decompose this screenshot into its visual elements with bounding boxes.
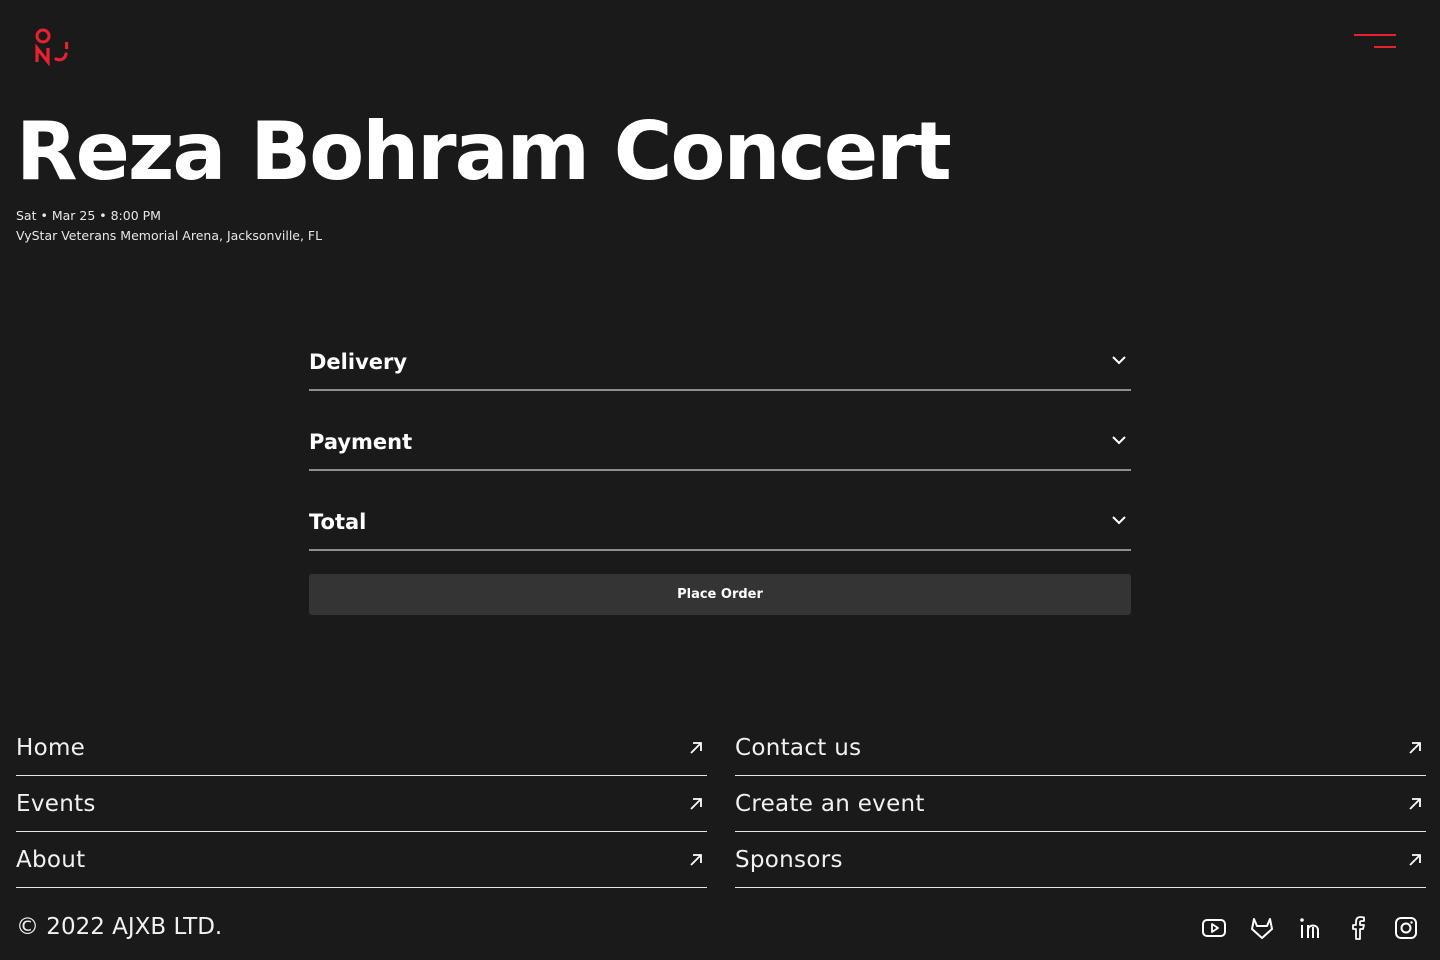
facebook-icon[interactable]: [1344, 914, 1372, 942]
divider: [309, 549, 1131, 551]
social-links: [1200, 914, 1424, 942]
brand-logo-icon[interactable]: [34, 28, 74, 67]
chevron-down-icon[interactable]: [1111, 352, 1127, 368]
footer-link-home[interactable]: Home: [16, 720, 707, 776]
footer-link-label: Events: [16, 791, 96, 817]
footer-link-sponsors[interactable]: Sponsors: [735, 832, 1426, 888]
accordion-delivery[interactable]: Delivery: [309, 330, 1131, 410]
arrow-up-right-icon: [1408, 740, 1422, 754]
accordion-total-label: Total: [309, 510, 367, 534]
chevron-down-icon[interactable]: [1111, 512, 1127, 528]
copyright-text: © 2022 AJXB LTD.: [16, 914, 223, 940]
arrow-up-right-icon: [689, 796, 703, 810]
footer-nav-left: Home Events About: [16, 720, 707, 888]
footer-link-label: Contact us: [735, 735, 862, 761]
event-title: Reza Bohram Concert: [16, 105, 952, 198]
arrow-up-right-icon: [689, 852, 703, 866]
place-order-button[interactable]: Place Order: [309, 574, 1131, 615]
footer-link-create-event[interactable]: Create an event: [735, 776, 1426, 832]
youtube-icon[interactable]: [1200, 914, 1228, 942]
footer-link-contact-us[interactable]: Contact us: [735, 720, 1426, 776]
footer-link-label: Create an event: [735, 791, 925, 817]
arrow-up-right-icon: [1408, 796, 1422, 810]
event-venue: VyStar Veterans Memorial Arena, Jacksonv…: [16, 228, 323, 243]
arrow-up-right-icon: [1408, 852, 1422, 866]
site-header: [0, 0, 1440, 90]
footer-link-label: Sponsors: [735, 847, 843, 873]
accordion-payment-label: Payment: [309, 430, 413, 454]
accordion-total[interactable]: Total: [309, 490, 1131, 570]
instagram-icon[interactable]: [1392, 914, 1420, 942]
event-date: Sat • Mar 25 • 8:00 PM: [16, 208, 161, 223]
footer-nav-right: Contact us Create an event Sponsors: [735, 720, 1426, 888]
accordion-payment[interactable]: Payment: [309, 410, 1131, 490]
divider: [309, 389, 1131, 391]
footer-link-about[interactable]: About: [16, 832, 707, 888]
arrow-up-right-icon: [689, 740, 703, 754]
footer-link-label: About: [16, 847, 86, 873]
accordion-delivery-label: Delivery: [309, 350, 408, 374]
divider: [309, 469, 1131, 471]
linkedin-icon[interactable]: [1296, 914, 1324, 942]
chevron-down-icon[interactable]: [1111, 432, 1127, 448]
footer-link-events[interactable]: Events: [16, 776, 707, 832]
footer-link-label: Home: [16, 735, 86, 761]
checkout-form: Delivery Payment Total Place Order: [309, 330, 1131, 615]
hamburger-menu-icon[interactable]: [1350, 30, 1402, 56]
gitlab-icon[interactable]: [1248, 914, 1276, 942]
